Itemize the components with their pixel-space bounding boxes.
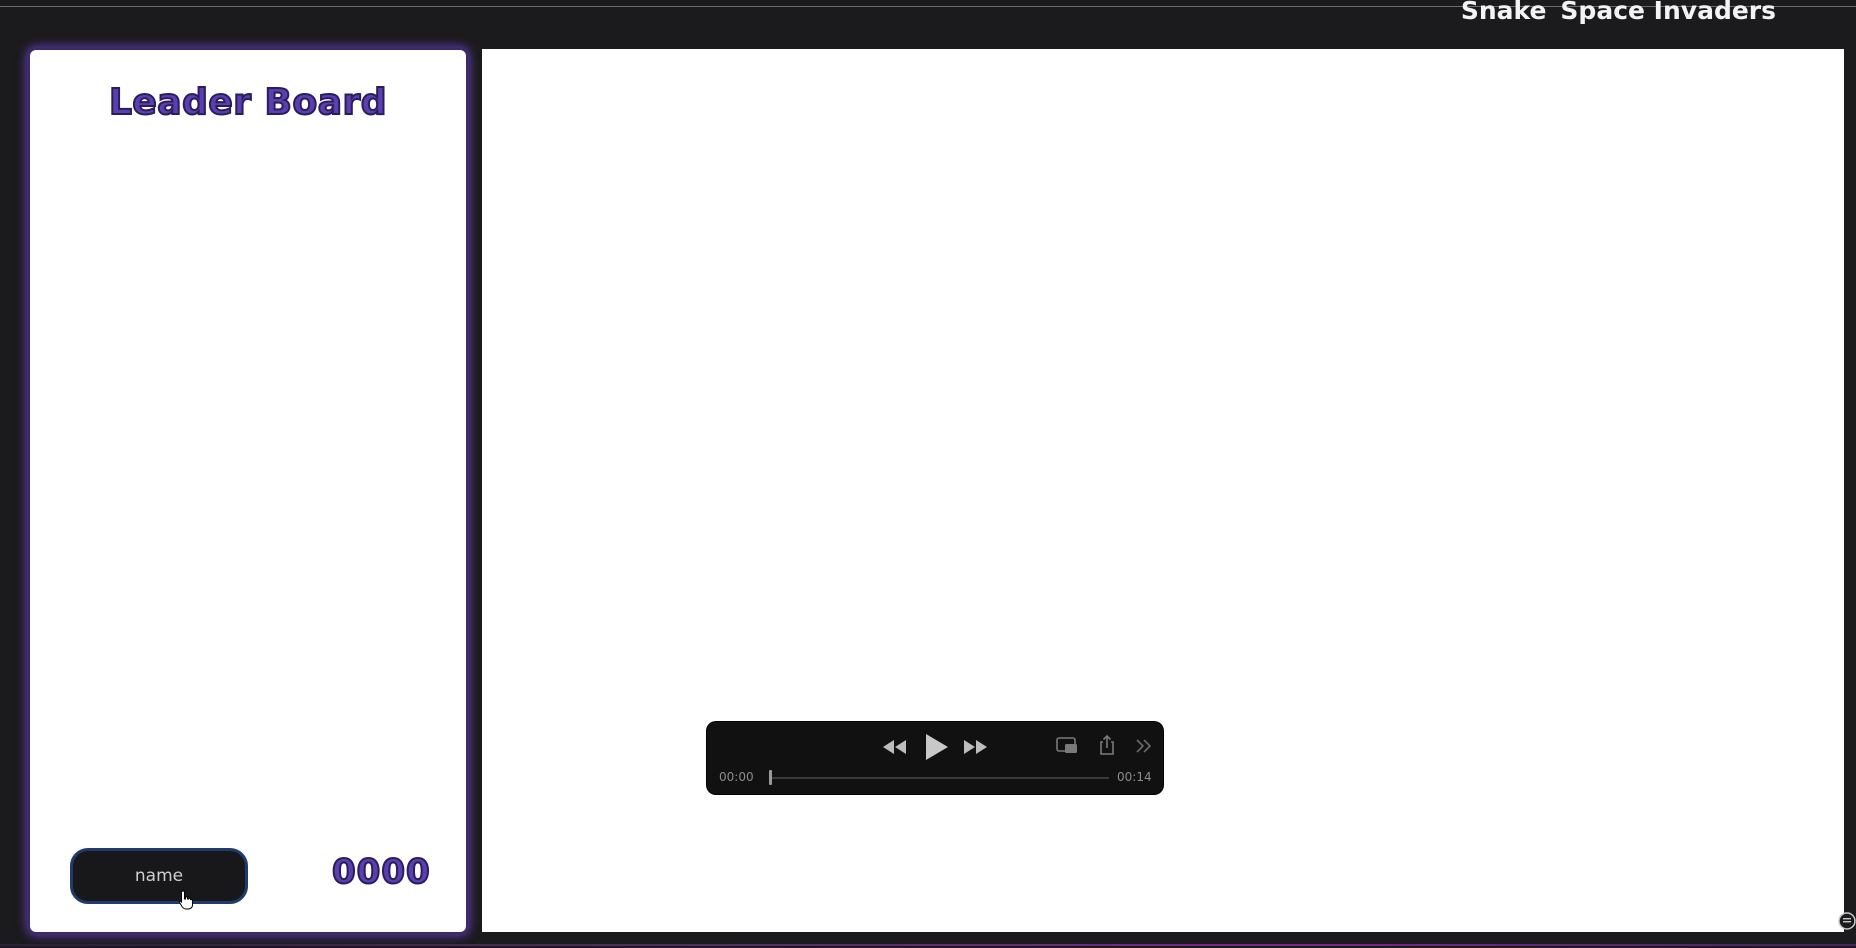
progress-track[interactable] (769, 777, 1109, 779)
more-options-icon[interactable] (1135, 738, 1153, 754)
chat-bubble-icon[interactable] (1838, 912, 1856, 930)
current-time: 00:00 (719, 770, 754, 784)
nav-link-space-invaders[interactable]: Space Invaders (1560, 0, 1776, 23)
progress-thumb[interactable] (769, 770, 772, 785)
game-area[interactable] (482, 49, 1844, 932)
score-display: 0000 (331, 851, 431, 893)
leaderboard-title: Leader Board (108, 81, 388, 124)
bottom-accent-line (0, 944, 1856, 946)
game-nav: Snake Space Invaders (1461, 0, 1776, 28)
fast-forward-icon[interactable] (962, 738, 988, 756)
hand-pointer-cursor-icon (178, 890, 193, 910)
name-input[interactable] (70, 848, 248, 904)
play-icon[interactable] (923, 732, 949, 762)
rewind-icon[interactable] (882, 738, 908, 756)
nav-link-snake[interactable]: Snake (1461, 0, 1547, 23)
video-player-controls: 00:00 00:14 (707, 722, 1163, 794)
share-icon[interactable] (1097, 734, 1117, 756)
picture-in-picture-icon[interactable] (1055, 736, 1079, 756)
duration-time: 00:14 (1117, 770, 1152, 784)
leaderboard-panel: Leader Board 0000 (30, 50, 466, 932)
